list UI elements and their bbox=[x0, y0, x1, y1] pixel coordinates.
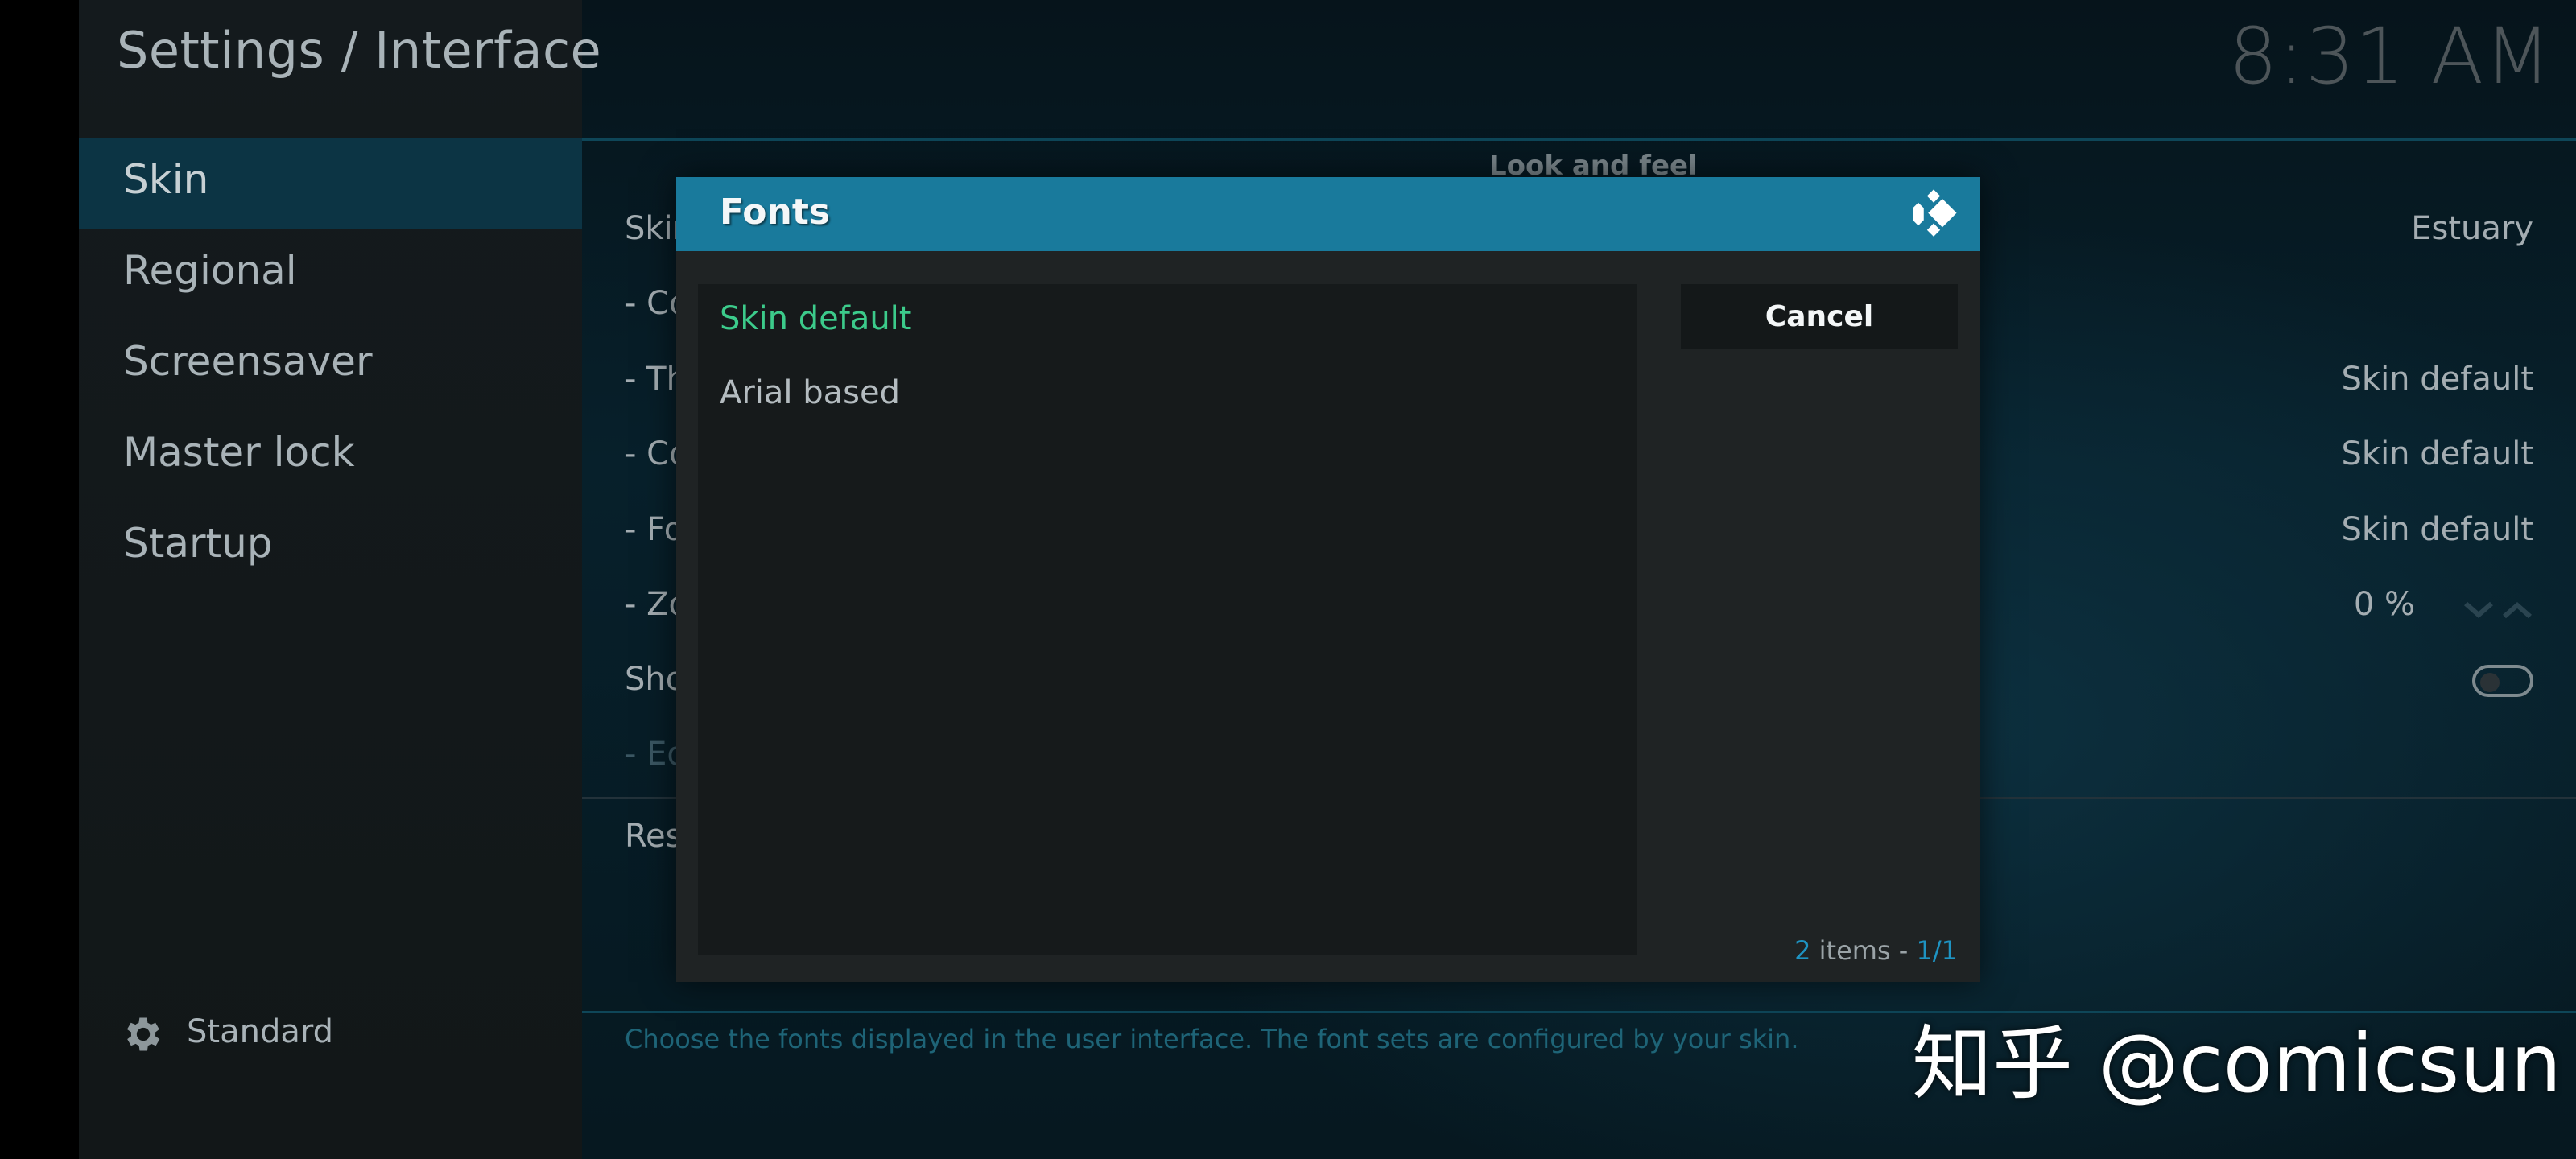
watermark: 知乎 @comicsun bbox=[1912, 1017, 2562, 1111]
list-item-label: Skin default bbox=[720, 300, 912, 337]
header-divider bbox=[582, 138, 2576, 141]
page-title: Settings / Interface bbox=[117, 21, 602, 80]
page-indicator: 1/1 bbox=[1916, 935, 1959, 966]
kodi-logo-icon bbox=[1913, 189, 1957, 237]
sidebar-item-master-lock[interactable]: Master lock bbox=[79, 411, 582, 502]
setting-value: Estuary bbox=[2411, 210, 2533, 247]
setting-description: Choose the fonts displayed in the user i… bbox=[625, 1024, 1799, 1054]
zoom-stepper-icon[interactable] bbox=[2462, 596, 2533, 625]
item-count: 2 items - 1/1 bbox=[1794, 935, 1958, 966]
clock: 8:31 AM bbox=[2228, 11, 2552, 101]
dialog-header: Fonts bbox=[676, 177, 1980, 251]
sidebar-item-label: Master lock bbox=[123, 429, 355, 476]
cancel-button[interactable]: Cancel bbox=[1681, 284, 1958, 349]
dialog-title: Fonts bbox=[720, 192, 831, 233]
sidebar-item-label: Regional bbox=[123, 247, 297, 294]
item-count-number: 2 bbox=[1794, 935, 1811, 966]
list-item-label: Arial based bbox=[720, 374, 901, 411]
toggle-switch[interactable] bbox=[2472, 665, 2533, 697]
sidebar-item-label: Screensaver bbox=[123, 338, 373, 385]
sidebar-item-startup[interactable]: Startup bbox=[79, 502, 582, 593]
setting-value: Skin default bbox=[2341, 361, 2533, 398]
setting-value: Skin default bbox=[2341, 435, 2533, 472]
sidebar-item-skin[interactable]: Skin bbox=[79, 138, 582, 229]
fonts-dialog: Fonts Skin default Arial based Cancel 2 … bbox=[676, 177, 1980, 982]
setting-value: Skin default bbox=[2341, 511, 2533, 548]
settings-level-label: Standard bbox=[187, 1013, 333, 1050]
gear-icon bbox=[126, 1017, 160, 1051]
toggle-knob bbox=[2480, 673, 2500, 692]
sidebar-item-label: Skin bbox=[123, 156, 209, 203]
screen: Settings / Interface 8:31 AM Skin Region… bbox=[0, 0, 2576, 1159]
setting-label: - Fo bbox=[625, 511, 684, 548]
sidebar-item-regional[interactable]: Regional bbox=[79, 229, 582, 320]
list-item-skin-default[interactable]: Skin default bbox=[698, 284, 1637, 358]
list-item-arial-based[interactable]: Arial based bbox=[698, 358, 1637, 432]
fonts-list: Skin default Arial based bbox=[698, 284, 1637, 955]
item-count-text: items - bbox=[1810, 935, 1917, 966]
setting-label: Res bbox=[625, 818, 683, 855]
sidebar-item-label: Startup bbox=[123, 520, 273, 567]
setting-value: 0 % bbox=[2353, 586, 2415, 623]
sidebar-item-screensaver[interactable]: Screensaver bbox=[79, 320, 582, 411]
